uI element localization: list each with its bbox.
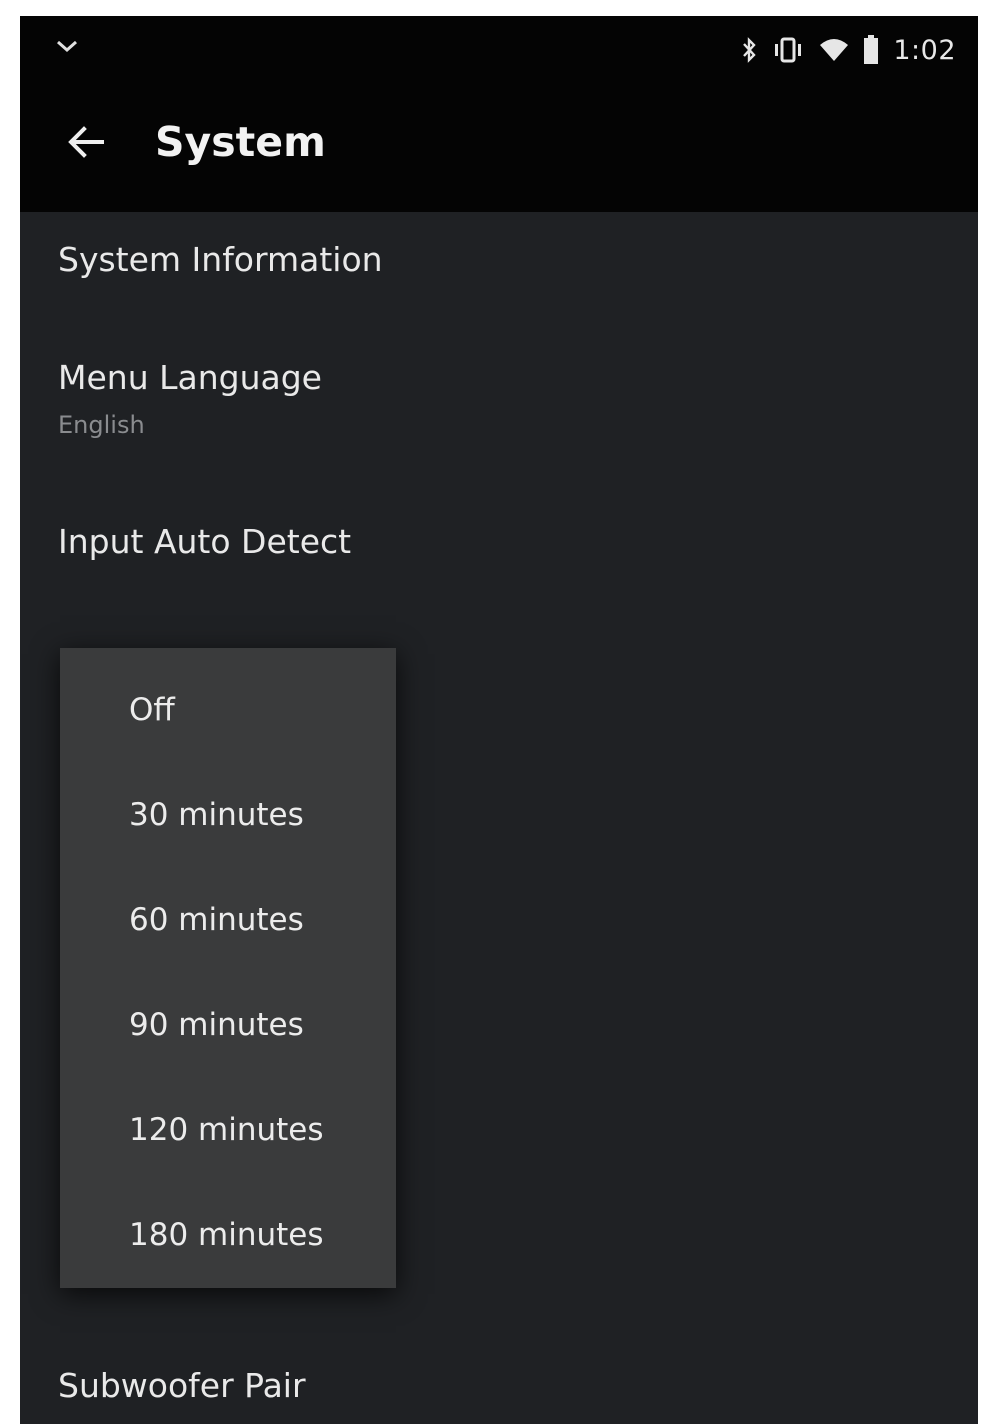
settings-item-value: English <box>58 411 145 439</box>
settings-item-input-auto-detect[interactable]: Input Auto Detect <box>20 492 978 632</box>
dropdown-option-180-minutes[interactable]: 180 minutes <box>60 1185 396 1290</box>
top-app-bar: 1:02 System <box>20 16 978 212</box>
dropdown-option-30-minutes[interactable]: 30 minutes <box>60 765 396 870</box>
settings-item-menu-language[interactable]: Menu Language English <box>20 332 978 492</box>
dropdown-option-90-minutes[interactable]: 90 minutes <box>60 975 396 1080</box>
arrow-left-icon <box>66 124 106 164</box>
settings-item-system-information[interactable]: System Information <box>20 212 978 332</box>
wifi-notification-icon <box>56 38 78 54</box>
sleep-timer-dropdown: Off 30 minutes 60 minutes 90 minutes 120… <box>60 648 396 1288</box>
dropdown-option-label: 90 minutes <box>129 1007 304 1043</box>
settings-item-label: Input Auto Detect <box>58 522 352 561</box>
page-title: System <box>155 118 326 166</box>
app-bar: System <box>20 100 978 186</box>
dropdown-option-label: 180 minutes <box>129 1217 324 1253</box>
dropdown-option-120-minutes[interactable]: 120 minutes <box>60 1080 396 1185</box>
settings-item-subwoofer-pair[interactable]: Subwoofer Pair <box>20 1336 978 1424</box>
vibrate-icon <box>771 36 805 64</box>
dropdown-option-label: 60 minutes <box>129 902 304 938</box>
status-time: 1:02 <box>893 34 956 66</box>
status-icons: 1:02 <box>741 34 956 66</box>
back-button[interactable] <box>60 118 112 170</box>
status-bar: 1:02 <box>20 16 978 86</box>
dropdown-option-60-minutes[interactable]: 60 minutes <box>60 870 396 975</box>
settings-screen: 1:02 System System Information Menu Lang… <box>20 16 978 1424</box>
wifi-signal-icon <box>819 37 849 63</box>
dropdown-option-off[interactable]: Off <box>60 660 396 765</box>
bluetooth-icon <box>741 36 757 64</box>
dropdown-option-label: Off <box>129 692 175 728</box>
settings-item-label: Subwoofer Pair <box>58 1366 306 1405</box>
dropdown-option-label: 30 minutes <box>129 797 304 833</box>
settings-item-label: System Information <box>58 240 383 279</box>
battery-icon <box>863 35 879 65</box>
settings-item-label: Menu Language <box>58 358 322 397</box>
dropdown-option-label: 120 minutes <box>129 1112 324 1148</box>
